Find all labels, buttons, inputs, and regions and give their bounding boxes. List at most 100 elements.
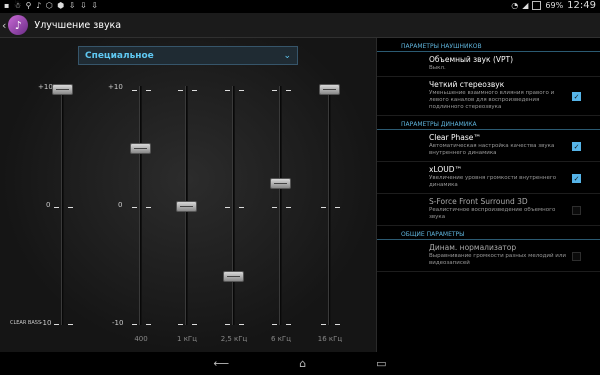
clearbass-scale-top: +10: [38, 83, 53, 91]
eq-scale-mid: 0: [118, 201, 123, 209]
eq-tick: [132, 207, 137, 208]
battery-icon: [532, 1, 542, 10]
eq-band-label: 2,5 кГц: [220, 335, 248, 343]
clearbass-scale-mid: 0: [46, 201, 51, 209]
eq-slider-track[interactable]: [232, 86, 235, 325]
chevron-left-icon[interactable]: ‹: [2, 19, 6, 32]
setting-stereo-sub: Уменьшение взаимного влияния правого и л…: [429, 90, 555, 110]
eq-slider-handle[interactable]: [223, 271, 244, 283]
setting-clearphase-title: Clear Phase™: [429, 133, 481, 142]
eq-tick: [225, 207, 230, 208]
wifi-icon: ◔: [511, 1, 519, 10]
eq-tick: [239, 324, 244, 325]
eq-tick: [239, 207, 244, 208]
status-bar: ▪ ☃ ⚲ ♪ ⬡ ⬢ ⇩ ⇩ ⇩ ◔ ◢ 69% 12:49: [0, 0, 600, 13]
setting-clearphase[interactable]: Clear Phase™ Автоматическая настройка ка…: [377, 130, 600, 162]
chevron-down-icon: ⌄: [283, 50, 291, 61]
eq-slider-handle[interactable]: [319, 84, 340, 95]
preset-dropdown[interactable]: Специальное ⌄: [78, 46, 298, 65]
setting-normalizer-sub: Выравнивание громкости разных мелодий ил…: [429, 253, 566, 266]
eq-tick: [321, 324, 326, 325]
eq-tick: [146, 324, 151, 325]
eq-tick: [321, 207, 326, 208]
clear-bass-logo: CLEAR BASS: [10, 320, 41, 326]
setting-sforce-sub: Реалистичное воспроизведение объемного з…: [429, 207, 556, 220]
eq-tick: [272, 324, 277, 325]
eq-slider-handle[interactable]: [176, 201, 197, 212]
preset-value: Специальное: [85, 50, 154, 61]
eq-tick: [68, 324, 73, 325]
eq-scale-top: +10: [108, 83, 123, 91]
back-icon[interactable]: ⟵: [213, 357, 229, 370]
setting-stereo[interactable]: Четкий стереозвук Уменьшение взаимного в…: [377, 77, 600, 116]
eq-tick: [335, 324, 340, 325]
eq-tick: [132, 90, 137, 91]
eq-tick: [146, 207, 151, 208]
eq-tick: [272, 207, 277, 208]
sforce-checkbox[interactable]: [572, 205, 581, 215]
settings-panel: ПАРАМЕТРЫ НАУШНИКОВ Объемный звук (VPT) …: [376, 38, 600, 352]
setting-stereo-title: Четкий стереозвук: [429, 80, 505, 89]
eq-tick: [178, 90, 183, 91]
eq-tick: [146, 90, 151, 91]
recent-apps-icon[interactable]: ▭: [376, 357, 386, 370]
eq-slider-track[interactable]: [279, 86, 282, 325]
clearphase-checkbox[interactable]: ✓: [572, 141, 581, 151]
eq-band-label: 1 кГц: [177, 335, 197, 343]
clearbass-scale-bottom: -10: [40, 319, 52, 327]
eq-scale-bottom: -10: [112, 319, 124, 327]
eq-tick: [286, 90, 291, 91]
eq-tick: [286, 324, 291, 325]
clock: 12:49: [567, 0, 596, 11]
section-speaker: ПАРАМЕТРЫ ДИНАМИКА: [377, 117, 600, 130]
eq-tick: [286, 207, 291, 208]
eq-slider-track[interactable]: [139, 86, 142, 325]
eq-band-label: 16 кГц: [317, 335, 343, 343]
setting-xloud[interactable]: xLOUD™ Увеличение уровня громкости внутр…: [377, 162, 600, 194]
eq-tick: [225, 324, 230, 325]
eq-tick: [178, 324, 183, 325]
eq-tick: [54, 324, 59, 325]
setting-clearphase-sub: Автоматическая настройка качества звука …: [429, 143, 555, 156]
normalizer-checkbox[interactable]: [572, 251, 581, 261]
setting-vpt-title: Объемный звук (VPT): [429, 55, 514, 64]
setting-normalizer[interactable]: Динам. нормализатор Выравнивание громкос…: [377, 240, 600, 272]
eq-band-label: 6 кГц: [271, 335, 291, 343]
xloud-checkbox[interactable]: ✓: [572, 173, 581, 183]
eq-band-label: 400: [134, 335, 148, 343]
eq-tick: [239, 90, 244, 91]
home-icon[interactable]: ⌂: [299, 357, 306, 370]
page-title: Улучшение звука: [34, 19, 122, 31]
section-headphones: ПАРАМЕТРЫ НАУШНИКОВ: [377, 39, 600, 52]
eq-tick: [272, 90, 277, 91]
eq-slider-handle[interactable]: [270, 177, 291, 189]
setting-sforce-title: S-Force Front Surround 3D: [429, 197, 528, 206]
eq-tick: [225, 90, 230, 91]
setting-xloud-sub: Увеличение уровня громкости внутреннего …: [429, 175, 557, 188]
eq-tick: [132, 324, 137, 325]
setting-vpt[interactable]: Объемный звук (VPT) Выкл.: [377, 52, 600, 77]
eq-slider-handle[interactable]: [130, 142, 151, 154]
app-logo-icon[interactable]: ♪: [8, 15, 29, 35]
navigation-bar: ⟵ ⌂ ▭: [0, 352, 600, 375]
setting-normalizer-title: Динам. нормализатор: [429, 243, 517, 252]
eq-tick: [68, 207, 73, 208]
signal-icon: ◢: [522, 1, 529, 10]
eq-tick: [192, 324, 197, 325]
setting-sforce[interactable]: S-Force Front Surround 3D Реалистичное в…: [377, 194, 600, 226]
eq-tick: [335, 207, 340, 208]
eq-tick: [54, 207, 59, 208]
eq-slider-track[interactable]: [328, 86, 331, 325]
setting-xloud-title: xLOUD™: [429, 165, 463, 174]
clearbass-label: CLEAR BASS: [10, 320, 42, 326]
battery-percent: 69%: [545, 1, 564, 10]
stereo-checkbox[interactable]: ✓: [572, 92, 581, 101]
eq-slider-handle[interactable]: [52, 84, 73, 95]
eq-slider-track[interactable]: [61, 86, 64, 325]
equalizer-panel: Специальное ⌄ +10 0 -10 +10 0 -10 CLEAR …: [0, 38, 376, 352]
action-bar: ‹ ♪ Улучшение звука: [0, 13, 600, 38]
section-general: ОБЩИЕ ПАРАМЕТРЫ: [377, 227, 600, 240]
setting-vpt-sub: Выкл.: [429, 65, 446, 71]
eq-tick: [192, 90, 197, 91]
notification-icons: ▪ ☃ ⚲ ♪ ⬡ ⬢ ⇩ ⇩ ⇩: [4, 1, 99, 10]
